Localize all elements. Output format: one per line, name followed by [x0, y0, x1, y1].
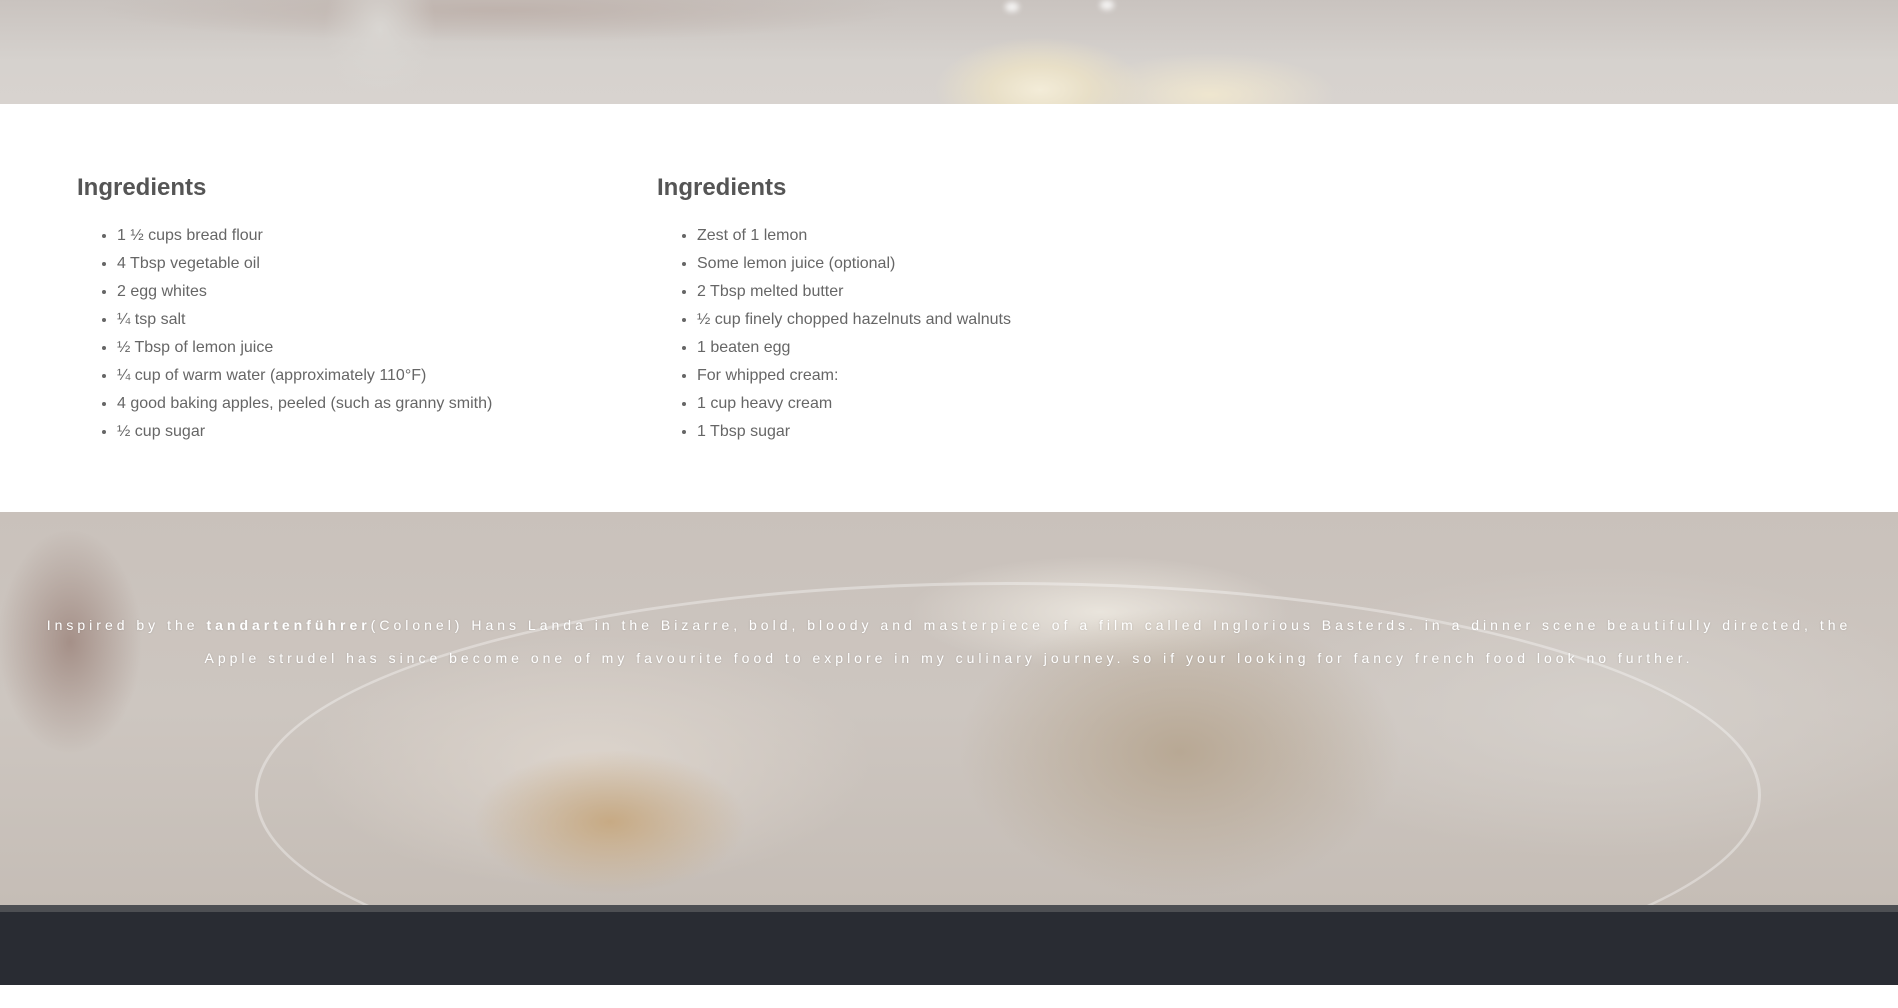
- tagline-suffix: (Colonel) Hans Landa in the Bizarre, bol…: [204, 617, 1852, 666]
- list-item: 4 good baking apples, peeled (such as gr…: [117, 390, 492, 418]
- list-item: ½ Tbsp of lemon juice: [117, 334, 492, 362]
- list-item: ¼ cup of warm water (approximately 110°F…: [117, 362, 492, 390]
- footer: [0, 912, 1898, 985]
- footer-divider: [0, 905, 1898, 912]
- ingredients-column-1: Ingredients 1 ½ cups bread flour 4 Tbsp …: [77, 174, 492, 446]
- list-item: 1 ½ cups bread flour: [117, 222, 492, 250]
- ingredients-heading: Ingredients: [657, 174, 787, 201]
- list-item: 1 Tbsp sugar: [697, 418, 1011, 446]
- ingredients-section: Ingredients 1 ½ cups bread flour 4 Tbsp …: [0, 104, 1898, 512]
- list-item: Zest of 1 lemon: [697, 222, 1011, 250]
- list-item: 2 egg whites: [117, 278, 492, 306]
- ingredients-column-2: Ingredients Zest of 1 lemon Some lemon j…: [657, 174, 1011, 446]
- hero-image-bottom: Inspired by the tandartenführer(Colonel)…: [0, 512, 1898, 1008]
- list-item: 1 beaten egg: [697, 334, 1011, 362]
- light-reflection: [1005, 2, 1019, 12]
- hero-image-top: [0, 0, 1898, 104]
- list-item: 1 cup heavy cream: [697, 390, 1011, 418]
- tagline-text: Inspired by the tandartenführer(Colonel)…: [30, 609, 1868, 675]
- ingredients-list: 1 ½ cups bread flour 4 Tbsp vegetable oi…: [77, 222, 492, 446]
- list-item: ¼ tsp salt: [117, 306, 492, 334]
- ingredients-list: Zest of 1 lemon Some lemon juice (option…: [657, 222, 1011, 446]
- list-item: ½ cup finely chopped hazelnuts and walnu…: [697, 306, 1011, 334]
- list-item: Some lemon juice (optional): [697, 250, 1011, 278]
- ingredients-heading: Ingredients: [77, 174, 207, 201]
- list-item: 4 Tbsp vegetable oil: [117, 250, 492, 278]
- tagline-emphasis: tandartenführer: [206, 617, 371, 633]
- list-item: ½ cup sugar: [117, 418, 492, 446]
- tagline-prefix: Inspired by the: [46, 617, 207, 633]
- list-item: For whipped cream:: [697, 362, 1011, 390]
- light-reflection: [1100, 0, 1114, 10]
- list-item: 2 Tbsp melted butter: [697, 278, 1011, 306]
